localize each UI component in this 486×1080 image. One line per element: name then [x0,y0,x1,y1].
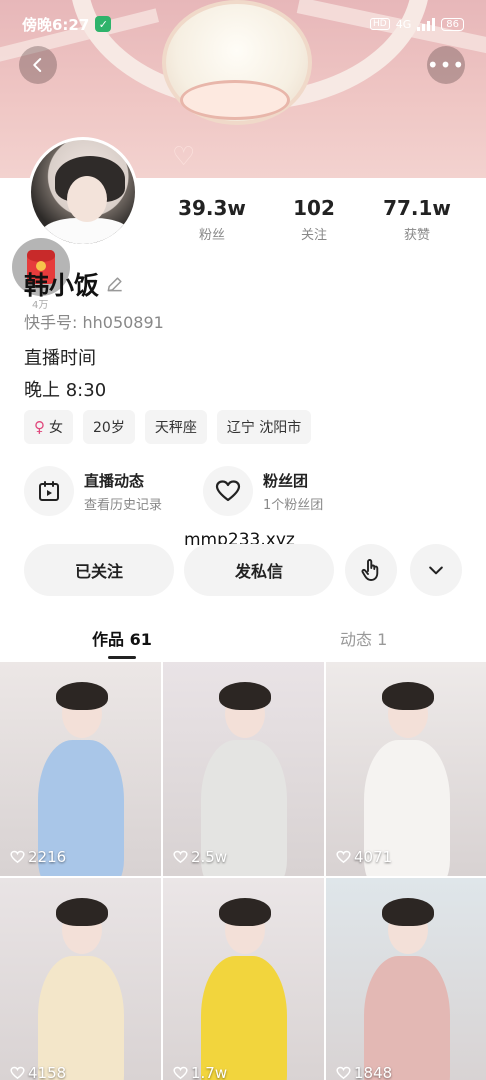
more-dots-icon: ••• [426,53,466,77]
tag-zodiac-label: 天秤座 [154,420,197,436]
battery-icon: 86 [441,17,464,31]
video-likes: 2216 [10,848,66,866]
tag-gender: ♀ 女 [24,410,73,444]
fan-club-entry[interactable]: 粉丝团 1个粉丝团 [203,466,323,516]
message-button-label: 发私信 [234,562,283,581]
heart-outline-icon [203,466,253,516]
tag-zodiac: 天秤座 [144,410,207,444]
hand-tap-icon [361,559,379,581]
video-thumbnail[interactable]: 2.5w [163,662,324,876]
tag-age: 20岁 [83,410,135,444]
profile-tags: ♀ 女 20岁 天秤座 辽宁 沈阳市 [24,410,312,444]
tag-location-label: 辽宁 沈阳市 [226,420,302,436]
video-thumbnail[interactable]: 1848 [326,878,486,1080]
video-likes: 2.5w [173,848,227,866]
video-thumbnail[interactable]: 4158 [0,878,161,1080]
more-button[interactable]: ••• [427,46,465,84]
heart-outline-icon [10,1066,25,1080]
chevron-down-icon [429,566,443,575]
video-likes-count: 4071 [354,848,393,866]
video-thumbnail[interactable]: 1.7w [163,878,324,1080]
video-likes-count: 1848 [354,1064,393,1080]
hd-icon: HD [370,18,390,30]
message-button[interactable]: 发私信 [184,544,334,596]
network-label: 4G [395,17,412,31]
profile-name: 韩小饭 [24,271,100,300]
back-button[interactable] [19,46,57,84]
video-likes: 4158 [10,1064,66,1080]
kuaishou-id: 快手号: hh050891 [24,313,164,332]
stat-likes-value: 77.1w [383,196,451,220]
tab-works[interactable]: 作品 61 [92,626,152,650]
fan-club-title: 粉丝团 [263,471,309,490]
status-time: 傍晚6:27 [22,15,90,34]
stat-following-value: 102 [293,196,335,220]
tab-underline [108,656,136,659]
bio-line-2: 晚上 8:30 [24,380,107,401]
heart-outline-icon [173,1066,188,1080]
video-likes-count: 2.5w [191,848,228,866]
followed-button[interactable]: 已关注 [24,544,174,596]
female-icon: ♀ [34,418,45,436]
video-likes: 1848 [336,1064,392,1080]
poke-button[interactable] [345,544,397,596]
stat-following[interactable]: 102 关注 [269,196,359,243]
video-grid: 2216 2.5w 4071 4158 1.7w 1848 [0,662,486,1080]
tag-location[interactable]: 辽宁 沈阳市 [216,410,312,444]
signal-icon [417,17,436,31]
stat-fans-value: 39.3w [178,196,246,220]
heart-outline-icon [173,850,188,864]
tag-age-label: 20岁 [93,420,125,436]
video-thumbnail[interactable]: 2216 [0,662,161,876]
stat-following-label: 关注 [300,228,327,243]
live-history-subtitle: 查看历史记录 [84,497,163,513]
edit-pencil-icon[interactable] [105,274,125,294]
live-history-entry[interactable]: 直播动态 查看历史记录 [24,466,162,516]
video-likes: 4071 [336,848,392,866]
avatar[interactable] [28,137,138,247]
bio-line-1: 直播时间 [24,348,96,369]
video-likes-count: 2216 [28,848,67,866]
fan-club-subtitle: 1个粉丝团 [263,497,324,513]
battery-level: 86 [446,18,459,30]
stat-fans-label: 粉丝 [198,228,225,243]
calendar-play-icon [24,466,74,516]
shield-icon: ✓ [95,16,112,32]
tab-moments[interactable]: 动态 1 [340,626,387,650]
expand-button[interactable] [410,544,462,596]
stat-fans[interactable]: 39.3w 粉丝 [167,196,257,243]
stat-likes[interactable]: 77.1w 获赞 [372,196,462,243]
heart-outline-icon [10,850,25,864]
live-history-title: 直播动态 [84,471,145,490]
tag-gender-label: 女 [49,420,63,436]
heart-outline-icon [336,1066,351,1080]
video-thumbnail[interactable]: 4071 [326,662,486,876]
name-row: 韩小饭 [24,266,125,302]
video-likes-count: 4158 [28,1064,67,1080]
status-bar: 傍晚6:27 ✓ HD 4G 86 [0,0,486,48]
chevron-left-icon [33,58,42,72]
heart-outline-icon [336,850,351,864]
video-likes-count: 1.7w [191,1064,228,1080]
video-likes: 1.7w [173,1064,227,1080]
stat-likes-label: 获赞 [403,228,430,243]
followed-button-label: 已关注 [74,562,123,581]
